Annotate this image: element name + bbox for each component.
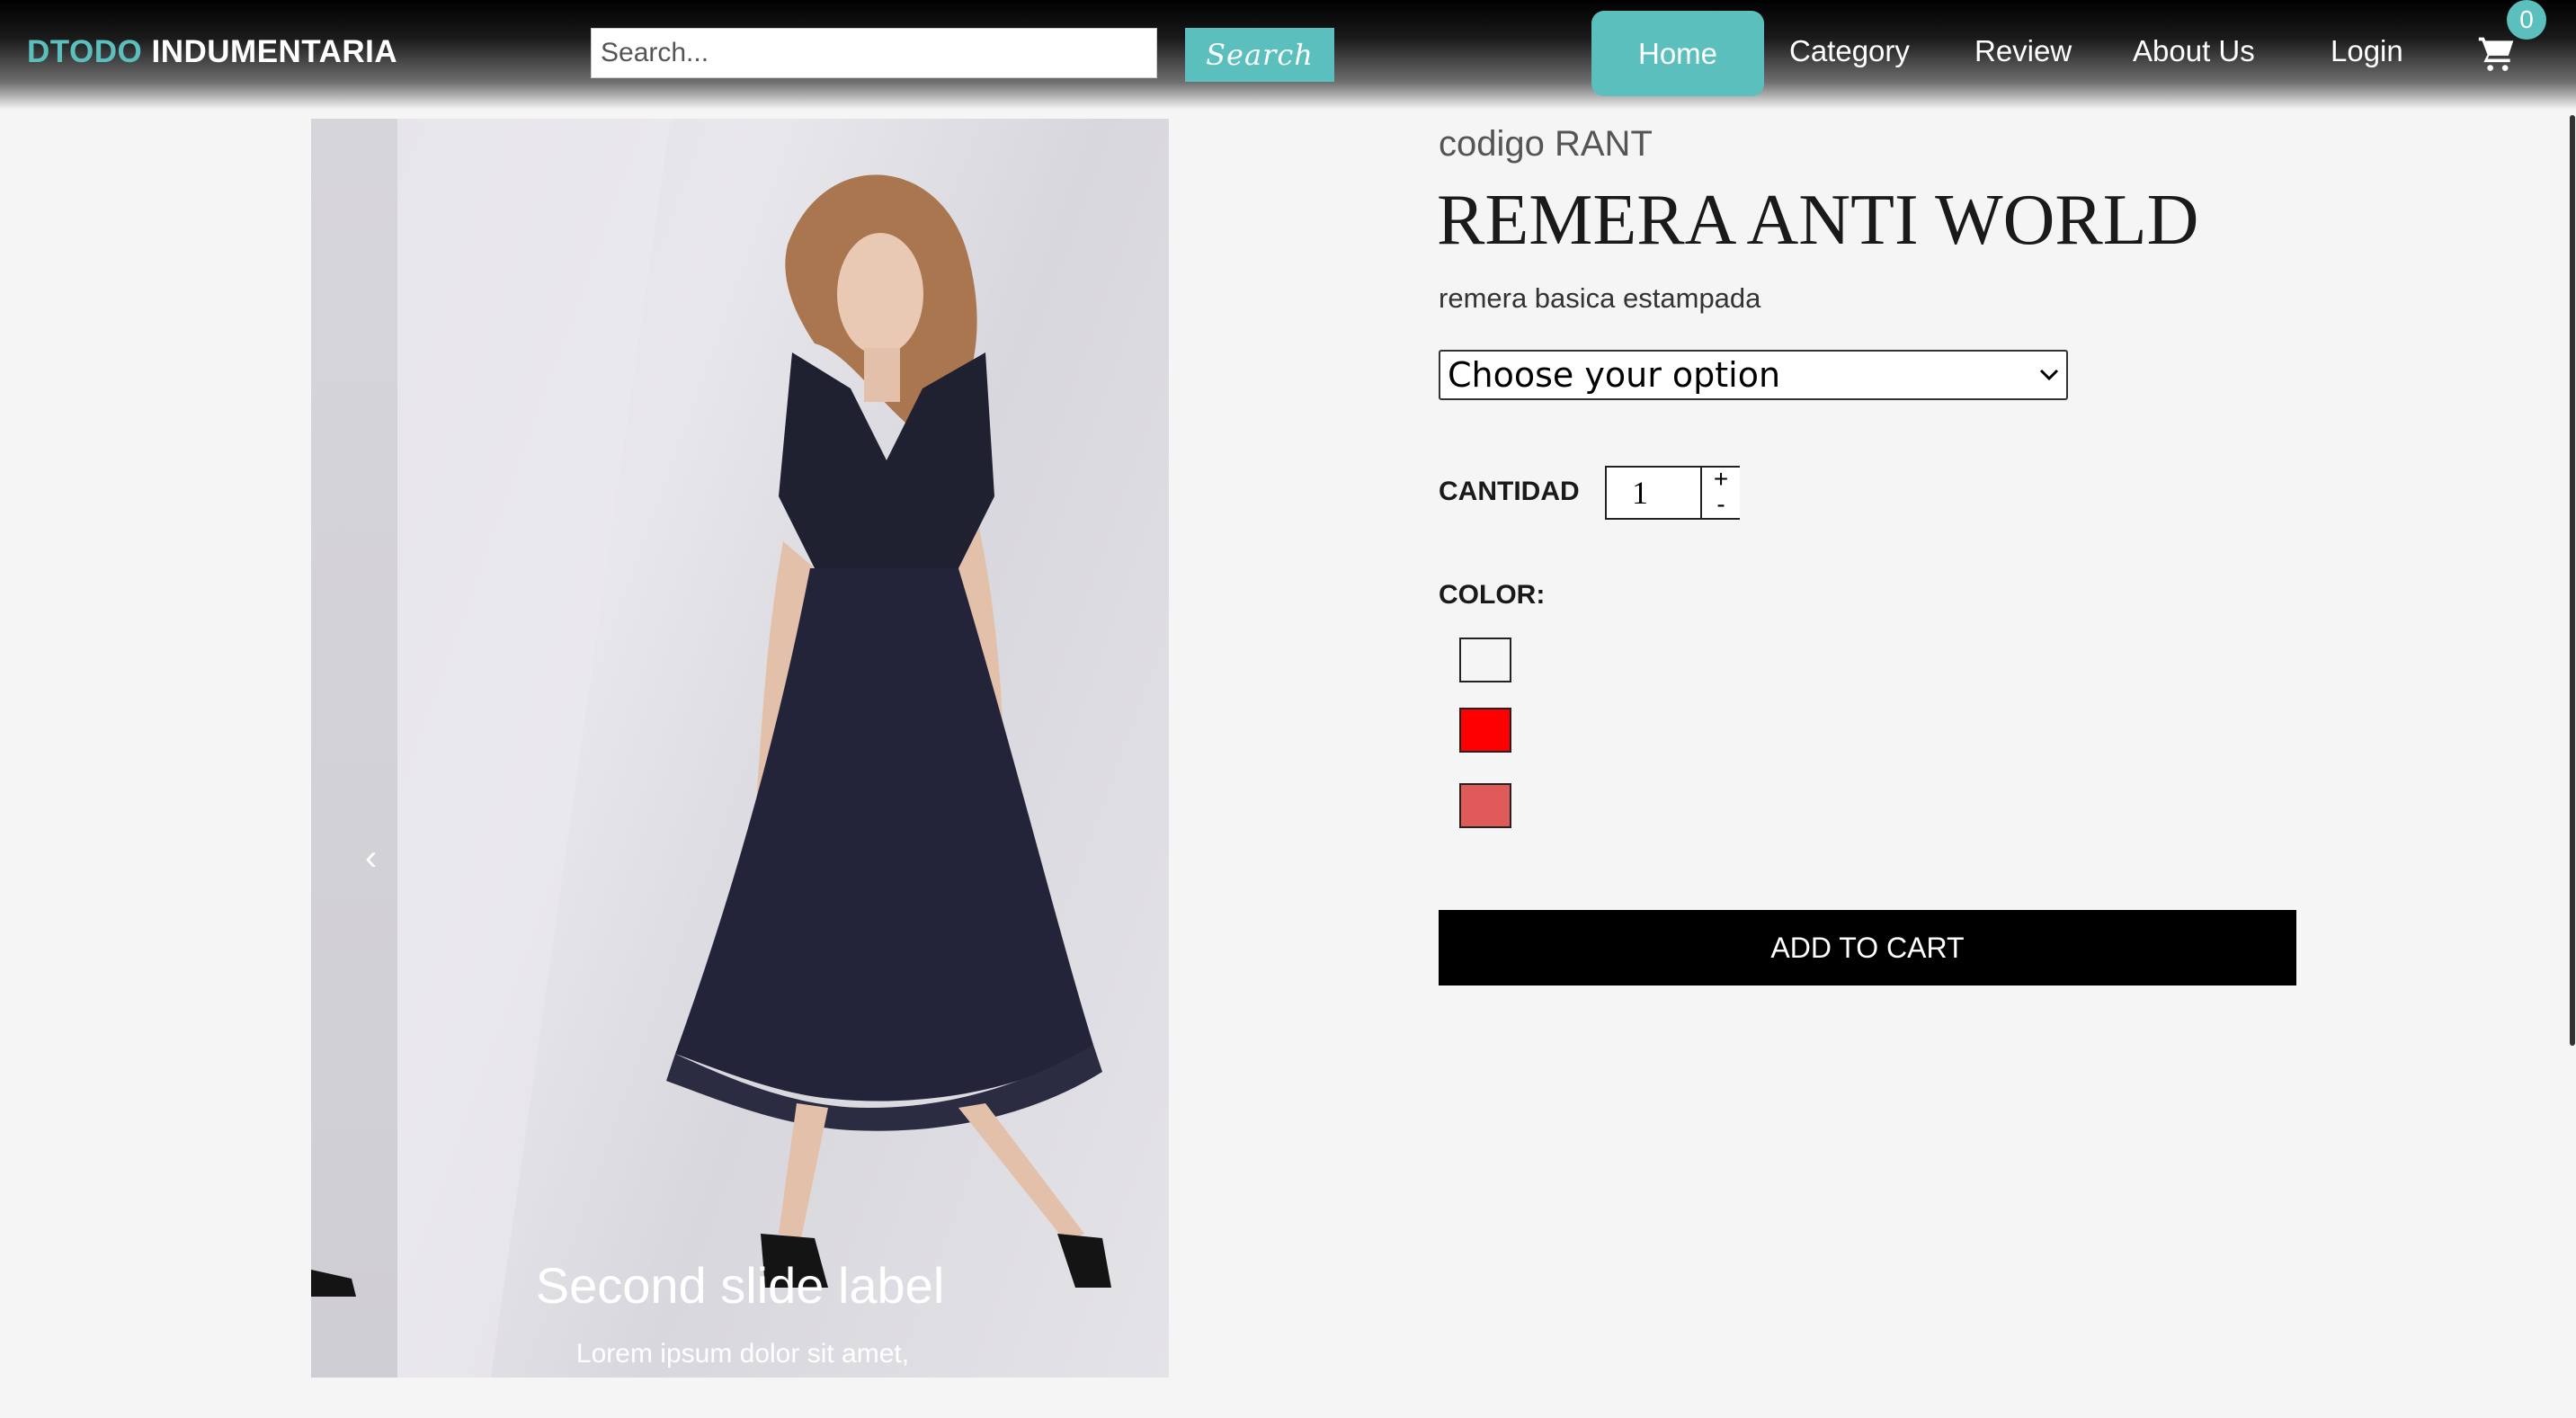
page-scrollbar[interactable] — [2570, 115, 2575, 1046]
color-swatch-light-red[interactable] — [1459, 783, 1511, 828]
option-select[interactable]: Choose your option — [1439, 350, 2068, 400]
slide-caption-text: Lorem ipsum dolor sit amet, consectetur … — [575, 1339, 910, 1369]
color-swatch-white[interactable] — [1459, 638, 1511, 682]
brand-name-part1: DTODO — [27, 34, 143, 69]
color-label: COLOR: — [1439, 580, 1546, 610]
shopping-cart-icon[interactable] — [2477, 34, 2517, 74]
brand-name-part2: INDUMENTARIA — [151, 34, 398, 69]
nav-login[interactable]: Login — [2331, 34, 2403, 68]
option-select-value: Choose your option — [1448, 355, 1781, 395]
search-input[interactable] — [591, 28, 1157, 78]
product-image-carousel: ‹ Second slide label Lorem ipsum dolor s… — [311, 119, 1169, 1378]
product-description: remera basica estampada — [1439, 282, 1761, 314]
quantity-stepper: + - — [1605, 466, 1740, 520]
chevron-down-icon — [2039, 369, 2059, 381]
navbar: DTODO INDUMENTARIA Search Home Category … — [0, 0, 2576, 110]
nav-category[interactable]: Category — [1789, 34, 1910, 68]
quantity-input[interactable] — [1607, 468, 1700, 518]
brand-logo[interactable]: DTODO INDUMENTARIA — [27, 34, 397, 70]
nav-about-us[interactable]: About Us — [2133, 34, 2255, 68]
model-photo — [311, 119, 1111, 1378]
add-to-cart-button[interactable]: ADD TO CART — [1439, 910, 2296, 985]
cart-count-badge: 0 — [2507, 0, 2546, 40]
slide-caption-title: Second slide label — [535, 1257, 945, 1314]
product-title: REMERA ANTI WORLD — [1437, 181, 2199, 260]
product-code: codigo RANT — [1439, 124, 1653, 164]
quantity-decrement-button[interactable]: - — [1700, 492, 1740, 518]
color-swatch-red[interactable] — [1459, 708, 1511, 753]
quantity-label: CANTIDAD — [1439, 477, 1580, 506]
search-button[interactable]: Search — [1185, 28, 1334, 82]
nav-home[interactable]: Home — [1591, 11, 1764, 96]
carousel-prev-chevron-icon[interactable]: ‹ — [365, 838, 377, 878]
nav-review[interactable]: Review — [1974, 34, 2072, 68]
